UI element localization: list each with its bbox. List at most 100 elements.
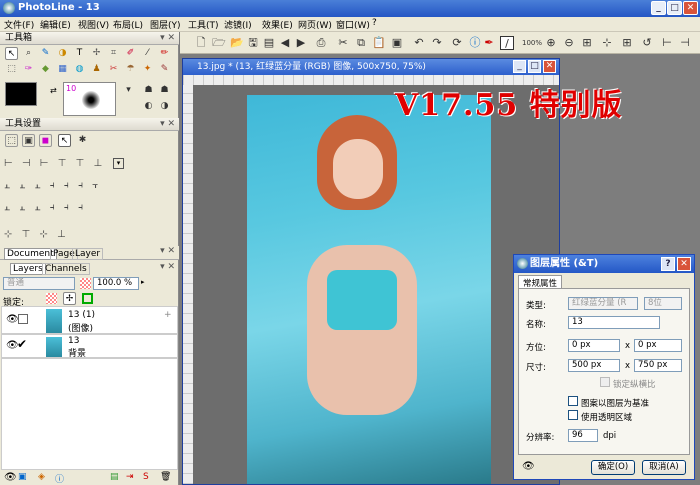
menu-edit[interactable]: 编辑(E) bbox=[40, 18, 71, 31]
open-icon[interactable]: 🗁 bbox=[212, 36, 226, 50]
type-field[interactable]: 红绿蓝分量 (R bbox=[568, 297, 638, 310]
new-icon[interactable]: 🗋 bbox=[194, 36, 208, 50]
foreground-color-swatch[interactable] bbox=[5, 82, 37, 106]
menu-tools[interactable]: 工具(T) bbox=[188, 18, 219, 31]
dialog-close-button[interactable]: ✕ bbox=[677, 257, 691, 271]
brush-tool-icon[interactable]: ✑ bbox=[22, 63, 35, 76]
stamp-tool-icon[interactable]: ♟ bbox=[90, 63, 103, 76]
lock-ratio-checkbox[interactable] bbox=[600, 377, 610, 387]
align-dropdown[interactable]: ▾ bbox=[113, 158, 124, 169]
grid-icon[interactable]: ⊹ bbox=[600, 36, 614, 50]
resolution-input[interactable]: 96 bbox=[568, 429, 598, 442]
menu-web[interactable]: 网页(W) bbox=[298, 18, 332, 31]
script-run-icon[interactable]: ⟳ bbox=[450, 36, 464, 50]
marker-tool-icon[interactable]: ✏ bbox=[158, 47, 171, 60]
lock-position-icon[interactable]: ✢ bbox=[63, 292, 76, 305]
paste-special-icon[interactable]: ▣ bbox=[390, 36, 404, 50]
menu-file[interactable]: 文件(F) bbox=[4, 18, 34, 31]
layer-link-icon[interactable]: + bbox=[164, 310, 172, 320]
close-button[interactable]: ✕ bbox=[683, 1, 698, 15]
color-picker-icon[interactable]: ✒ bbox=[482, 36, 496, 50]
layer-row[interactable]: 👁 ✔ 13 背景 bbox=[1, 334, 178, 359]
pen-tool-icon[interactable]: ✐ bbox=[124, 47, 137, 60]
trash-icon[interactable]: 🗑 bbox=[160, 472, 171, 482]
dodge-tool-icon[interactable]: ✦ bbox=[141, 63, 154, 76]
menu-view[interactable]: 视图(V) bbox=[78, 18, 109, 31]
align-center-icon[interactable]: ⊣ bbox=[678, 36, 692, 50]
print-icon[interactable]: ⎙ bbox=[314, 36, 328, 50]
eraser-tool-icon[interactable]: ✂ bbox=[107, 63, 120, 76]
smudge-tool-icon[interactable]: ☂ bbox=[124, 63, 137, 76]
name-input[interactable]: 13 bbox=[568, 316, 660, 329]
crop-tool-icon[interactable]: ⌗ bbox=[107, 47, 120, 60]
tool-settings-close-icon[interactable]: ▾ ✕ bbox=[160, 118, 175, 130]
align-row-1[interactable]: ⊢ ⊣ ⊢ ⊤ ⊤ ⊥ bbox=[4, 158, 114, 170]
redo-icon[interactable]: ↷ bbox=[430, 36, 444, 50]
cat-icon[interactable]: ☗ bbox=[142, 84, 155, 97]
tab-layer[interactable]: Layer bbox=[72, 248, 104, 260]
size-width-input[interactable]: 500 px bbox=[568, 359, 620, 372]
zoom-out-icon[interactable]: ⊖ bbox=[562, 36, 576, 50]
link-icon[interactable]: ▣ bbox=[18, 472, 27, 482]
distribute-row[interactable]: ⊹ ⊤ ⊹ ⊥ bbox=[4, 229, 84, 241]
lock-transparency-icon[interactable] bbox=[46, 293, 57, 304]
pointer-mode-icon[interactable]: ↖ bbox=[58, 134, 71, 147]
use-transparency-checkbox[interactable] bbox=[568, 410, 578, 420]
prev-icon[interactable]: ◀ bbox=[278, 36, 292, 50]
menu-help[interactable]: ? bbox=[372, 18, 377, 28]
zoom-in-icon[interactable]: ⊕ bbox=[544, 36, 558, 50]
menu-layer[interactable]: 图层(Y) bbox=[150, 18, 181, 31]
photo-canvas[interactable] bbox=[247, 95, 491, 484]
select-rect-icon[interactable]: ⬚ bbox=[5, 63, 18, 76]
mask-icon[interactable]: ☗ bbox=[158, 84, 171, 97]
text-tool-icon[interactable]: T bbox=[73, 47, 86, 60]
menu-effects[interactable]: 效果(E) bbox=[262, 18, 293, 31]
save-as-icon[interactable]: ▤ bbox=[262, 36, 276, 50]
doc-maximize-button[interactable]: □ bbox=[528, 60, 541, 73]
zoom-tool-icon[interactable]: ⌕ bbox=[22, 47, 35, 60]
zoom-fit-icon[interactable]: ⊞ bbox=[580, 36, 594, 50]
guides-icon[interactable]: ⊞ bbox=[620, 36, 634, 50]
gradient-tool-icon[interactable]: ▦ bbox=[56, 63, 69, 76]
settings-gear-icon[interactable]: ✱ bbox=[76, 134, 89, 147]
doc-minimize-button[interactable]: _ bbox=[513, 60, 526, 73]
next-icon[interactable]: ▶ bbox=[294, 36, 308, 50]
copy-icon[interactable]: ⧉ bbox=[354, 36, 368, 50]
quick-mask-icon[interactable]: ◐ bbox=[142, 100, 155, 113]
layer-tabs-close-icon[interactable]: ▾ ✕ bbox=[160, 262, 175, 272]
type-bits-field[interactable]: 8位 bbox=[644, 297, 682, 310]
maximize-button[interactable]: □ bbox=[667, 1, 682, 15]
burn-tool-icon[interactable]: ✎ bbox=[158, 63, 171, 76]
align-row-2[interactable]: ⫠ ⫠ ⫠ ⫞ ⫞ ⫞ ⫟ bbox=[4, 180, 124, 192]
info-icon[interactable]: ⓘ bbox=[55, 472, 64, 485]
lock-all-icon[interactable] bbox=[82, 293, 93, 304]
ok-button[interactable]: 确定(O) bbox=[591, 460, 635, 475]
align-row-3[interactable]: ⫠ ⫠ ⫠ ⫞ ⫞ ⫞ bbox=[4, 202, 124, 214]
fill-tool-icon[interactable]: ◆ bbox=[39, 63, 52, 76]
layer-select-checkbox[interactable] bbox=[18, 314, 28, 324]
preview-eye-icon[interactable]: 👁 bbox=[522, 461, 535, 472]
lasso-tool-icon[interactable]: ✎ bbox=[39, 47, 52, 60]
new-layer-icon[interactable]: ▤ bbox=[110, 472, 119, 482]
menu-filter[interactable]: 滤镜(I) bbox=[224, 18, 252, 31]
offset-x-input[interactable]: 0 px bbox=[568, 339, 620, 352]
color-mode-icon[interactable]: ◼ bbox=[39, 134, 52, 147]
blend-mode-select[interactable]: 普通 bbox=[3, 277, 75, 290]
zoom-100-label[interactable]: 100% bbox=[522, 36, 542, 50]
screen-mode-icon[interactable]: ◑ bbox=[158, 100, 171, 113]
shape-tool-icon[interactable]: ◑ bbox=[56, 47, 69, 60]
eye-icon[interactable]: 👁 bbox=[4, 472, 17, 483]
clone-tool-icon[interactable]: ◍ bbox=[73, 63, 86, 76]
cut-icon[interactable]: ✂ bbox=[336, 36, 350, 50]
transform-tool-icon[interactable]: ✢ bbox=[90, 47, 103, 60]
doc-tabs-close-icon[interactable]: ▾ ✕ bbox=[160, 246, 175, 256]
select-mode-icon[interactable]: ⬚ bbox=[5, 134, 18, 147]
tab-document[interactable]: Document bbox=[4, 248, 57, 260]
toolbox-close-icon[interactable]: ▾ ✕ bbox=[160, 32, 175, 44]
line-tool-icon[interactable]: ⁄ bbox=[141, 47, 154, 60]
swap-colors-icon[interactable]: ⇄ bbox=[50, 86, 60, 95]
info-icon[interactable]: ⓘ bbox=[468, 36, 482, 50]
size-height-input[interactable]: 750 px bbox=[634, 359, 682, 372]
rotate-icon[interactable]: ↺ bbox=[640, 36, 654, 50]
brush-menu-icon[interactable]: ▾ bbox=[122, 84, 135, 97]
